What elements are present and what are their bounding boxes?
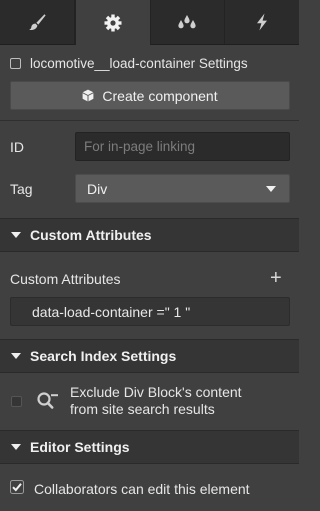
collaborators-label: Collaborators can edit this element: [34, 480, 250, 497]
section-title: Editor Settings: [30, 439, 130, 455]
cube-icon: [82, 89, 94, 102]
id-input[interactable]: For in-page linking: [75, 132, 290, 161]
section-search-index[interactable]: Search Index Settings: [0, 339, 299, 373]
collapse-triangle-icon: [11, 444, 21, 450]
exclude-search-checkbox[interactable]: [11, 396, 22, 407]
tab-interactions[interactable]: [151, 0, 226, 44]
drops-icon: [178, 15, 196, 29]
tag-value: Div: [87, 180, 108, 197]
custom-attributes-subtitle: Custom Attributes: [10, 271, 121, 287]
create-component-button[interactable]: Create component: [10, 81, 290, 110]
exclude-search-label: Exclude Div Block's content from site se…: [70, 384, 242, 418]
panel-tabs: [0, 0, 299, 45]
tab-lightning[interactable]: [225, 0, 299, 44]
add-attribute-button[interactable]: +: [270, 268, 282, 288]
section-editor-settings[interactable]: Editor Settings: [0, 430, 299, 464]
tag-select[interactable]: Div: [75, 174, 290, 203]
exclude-search-line2: from site search results: [70, 401, 215, 417]
custom-attribute-item[interactable]: data-load-container =" 1 ": [10, 297, 290, 326]
exclude-search-line1: Exclude Div Block's content: [70, 384, 242, 400]
settings-title: locomotive__load-container Settings: [30, 55, 248, 71]
tab-settings[interactable]: [74, 0, 151, 45]
tag-label: Tag: [10, 181, 33, 197]
collaborators-checkbox[interactable]: [10, 480, 24, 497]
element-settings-header: locomotive__load-container Settings: [10, 52, 290, 74]
brush-icon: [28, 14, 46, 31]
id-label: ID: [10, 139, 24, 155]
chevron-down-icon: [266, 186, 276, 192]
exclude-from-search: Exclude Div Block's content from site se…: [10, 382, 290, 422]
lightning-icon: [257, 13, 268, 31]
tab-style[interactable]: [0, 0, 75, 44]
collaborators-edit-row: Collaborators can edit this element: [10, 480, 250, 497]
id-placeholder: For in-page linking: [84, 139, 196, 154]
create-component-label: Create component: [102, 87, 218, 104]
divider: [0, 120, 299, 121]
section-custom-attributes[interactable]: Custom Attributes: [0, 218, 299, 252]
section-title: Custom Attributes: [30, 227, 152, 243]
checkmark-icon: [10, 480, 24, 494]
search-exclude-icon: [36, 391, 60, 416]
custom-attribute-text: data-load-container =" 1 ": [32, 303, 191, 320]
element-settings-checkbox[interactable]: [10, 57, 21, 69]
collapse-triangle-icon: [11, 232, 21, 238]
collapse-triangle-icon: [11, 353, 21, 359]
section-title: Search Index Settings: [30, 348, 177, 364]
gear-icon: [104, 14, 122, 31]
